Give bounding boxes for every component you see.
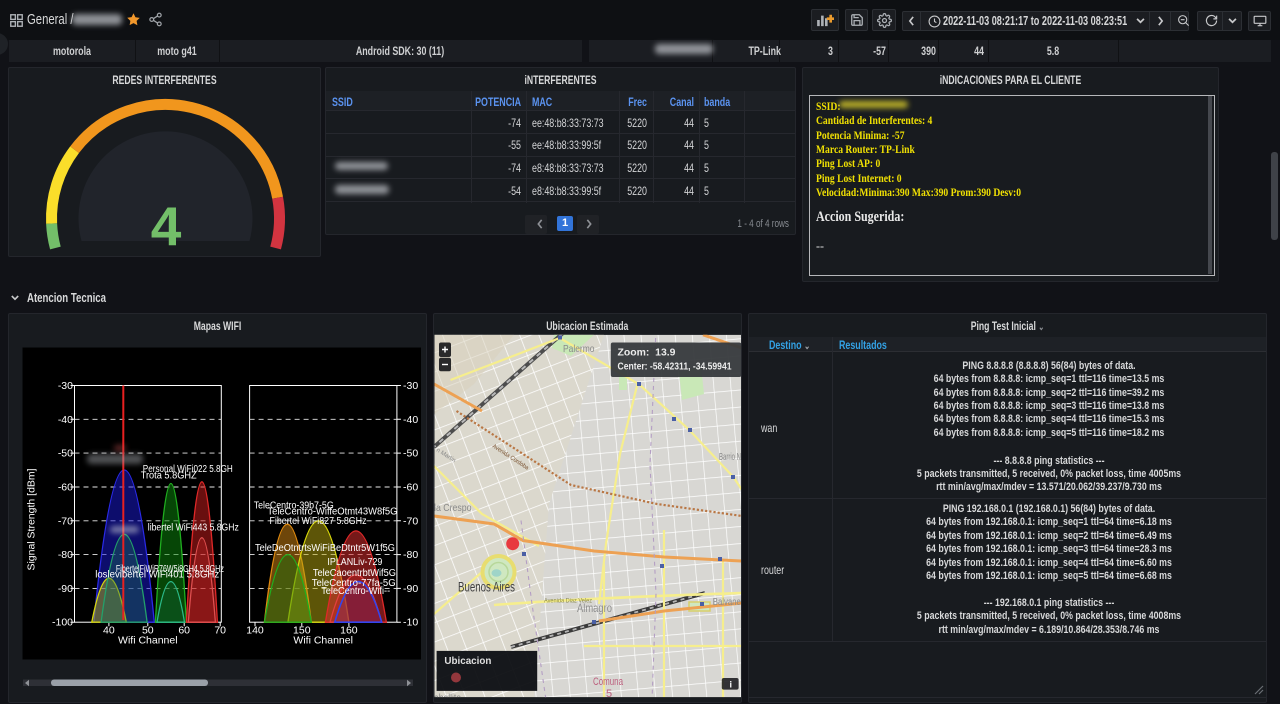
svg-text:-40: -40 <box>58 414 73 426</box>
svg-text:i: i <box>730 680 733 690</box>
svg-text:-60: -60 <box>58 482 73 494</box>
svg-text:Palermo: Palermo <box>563 343 595 355</box>
svg-text:aballito: aballito <box>434 693 461 704</box>
svg-text:-50: -50 <box>403 448 418 460</box>
svg-text:Fibertel WiFi827 5.8GHz: Fibertel WiFi827 5.8GHz <box>270 516 367 527</box>
svg-text:Balvane: Balvane <box>713 596 741 608</box>
svg-text:Wifi Channel: Wifi Channel <box>293 635 353 647</box>
svg-text:-50: -50 <box>58 448 73 460</box>
svg-text:70: 70 <box>214 625 226 637</box>
svg-text:Buenos Aires: Buenos Aires <box>458 580 515 595</box>
svg-text:Signal Strength [dBm]: Signal Strength [dBm] <box>25 468 37 570</box>
svg-text:-60: -60 <box>403 482 418 494</box>
svg-text:-70: -70 <box>58 515 73 527</box>
svg-text:TeleCentro-Wifi--: TeleCentro-Wifi-- <box>321 586 390 597</box>
svg-text:-10: -10 <box>403 617 418 629</box>
svg-text:4: 4 <box>151 195 182 256</box>
svg-text:5: 5 <box>606 688 612 700</box>
svg-text:-30: -30 <box>403 380 418 392</box>
svg-text:Ubicacion: Ubicacion <box>444 655 491 667</box>
svg-text:-70: -70 <box>403 515 418 527</box>
svg-text:TeleDeOtntrtsWiFiBeDtntr5W1f5G: TeleDeOtntrtsWiFiBeDtntr5W1f5G <box>255 543 395 554</box>
svg-text:la Crespo: la Crespo <box>434 502 472 514</box>
svg-text:Wifi Channel: Wifi Channel <box>118 635 178 647</box>
svg-text:60: 60 <box>178 625 190 637</box>
svg-text:Zoom: 13.9: Zoom: 13.9 <box>618 348 677 359</box>
svg-text:libertel WiFi443 5.8GHz: libertel WiFi443 5.8GHz <box>148 522 239 533</box>
svg-text:-40: -40 <box>403 414 418 426</box>
svg-text:-30: -30 <box>58 380 73 392</box>
svg-text:-80: -80 <box>58 549 73 561</box>
svg-text:-80: -80 <box>403 549 418 561</box>
svg-text:Trota 5.8GHZ: Trota 5.8GHZ <box>141 470 197 481</box>
svg-text:IPLANLiv-729: IPLANLiv-729 <box>327 557 382 568</box>
svg-text:-100: -100 <box>52 617 73 629</box>
svg-text:40: 40 <box>103 625 115 637</box>
svg-text:-90: -90 <box>58 583 73 595</box>
svg-text:-90: -90 <box>403 583 418 595</box>
svg-text:Barrio N: Barrio N <box>719 451 741 463</box>
svg-text:Avenida Diaz Velez: Avenida Diaz Velez <box>544 599 592 605</box>
svg-text:Comuna: Comuna <box>593 676 624 688</box>
svg-text:loslevibertel WiFi401 5.8GHz: loslevibertel WiFi401 5.8GHz <box>95 570 219 581</box>
svg-text:Center: -58.42311, -34.59941: Center: -58.42311, -34.59941 <box>618 362 732 373</box>
svg-text:140: 140 <box>246 625 264 637</box>
